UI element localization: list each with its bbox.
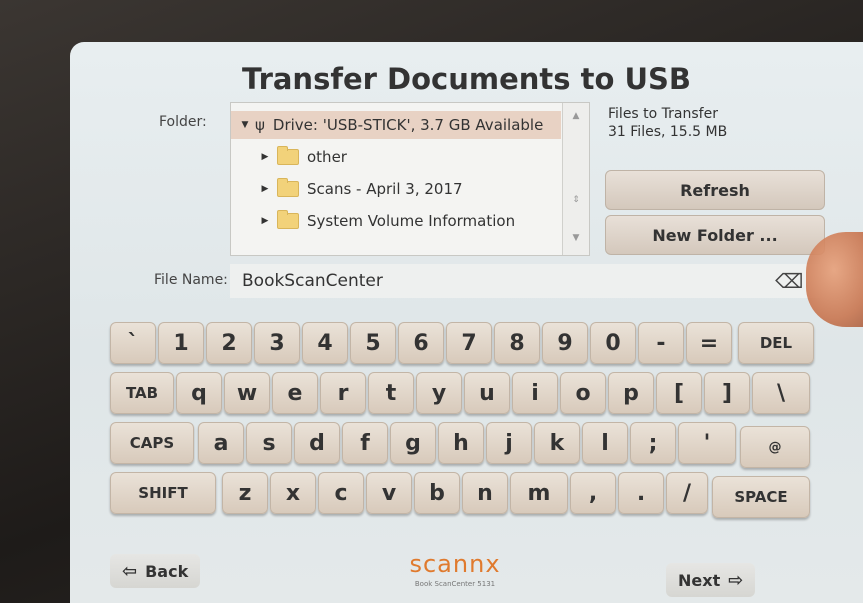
key-k[interactable]: k	[534, 422, 580, 464]
scannx-logo: scannx	[409, 550, 501, 578]
key-y[interactable]: y	[416, 372, 462, 414]
delete-key[interactable]: DEL	[738, 322, 814, 364]
key-left-bracket[interactable]: [	[656, 372, 702, 414]
key-1[interactable]: 1	[158, 322, 204, 364]
back-button[interactable]: ⇦ Back	[110, 554, 201, 588]
on-screen-keyboard: ` 1 2 3 4 5 6 7 8 9 0 - = DEL TAB q w e …	[70, 42, 863, 603]
key-z[interactable]: z	[222, 472, 268, 514]
next-button[interactable]: Next ⇨	[666, 563, 756, 597]
key-j[interactable]: j	[486, 422, 532, 464]
kiosk-screen: Transfer Documents to USB Folder: ▼ ψ Dr…	[70, 42, 863, 603]
key-u[interactable]: u	[464, 372, 510, 414]
key-b[interactable]: b	[414, 472, 460, 514]
key-semicolon[interactable]: ;	[630, 422, 676, 464]
next-label: Next	[678, 570, 721, 590]
right-arrow-icon: ⇨	[728, 569, 744, 591]
key-o[interactable]: o	[560, 372, 606, 414]
key-slash[interactable]: /	[666, 472, 708, 514]
key-4[interactable]: 4	[302, 322, 348, 364]
key-r[interactable]: r	[320, 372, 366, 414]
key-period[interactable]: .	[618, 472, 664, 514]
key-e[interactable]: e	[272, 372, 318, 414]
key-8[interactable]: 8	[494, 322, 540, 364]
key-backtick[interactable]: `	[110, 322, 156, 364]
key-6[interactable]: 6	[398, 322, 444, 364]
key-apostrophe[interactable]: '	[678, 422, 736, 464]
key-d[interactable]: d	[294, 422, 340, 464]
model-label: Book ScanCenter 5131	[414, 580, 496, 588]
key-f[interactable]: f	[342, 422, 388, 464]
key-c[interactable]: c	[318, 472, 364, 514]
caps-key[interactable]: CAPS	[110, 422, 194, 464]
key-n[interactable]: n	[462, 472, 508, 514]
shift-key[interactable]: SHIFT	[110, 472, 216, 514]
left-arrow-icon: ⇦	[122, 560, 138, 582]
key-s[interactable]: s	[246, 422, 292, 464]
space-key[interactable]: SPACE	[712, 476, 810, 518]
user-finger	[806, 232, 863, 327]
key-backslash[interactable]: \	[752, 372, 810, 414]
key-at[interactable]: @	[740, 426, 810, 468]
key-right-bracket[interactable]: ]	[704, 372, 750, 414]
key-2[interactable]: 2	[206, 322, 252, 364]
key-x[interactable]: x	[270, 472, 316, 514]
key-9[interactable]: 9	[542, 322, 588, 364]
key-m[interactable]: m	[510, 472, 568, 514]
key-0[interactable]: 0	[590, 322, 636, 364]
key-w[interactable]: w	[224, 372, 270, 414]
key-comma[interactable]: ,	[570, 472, 616, 514]
key-g[interactable]: g	[390, 422, 436, 464]
key-h[interactable]: h	[438, 422, 484, 464]
key-a[interactable]: a	[198, 422, 244, 464]
tab-key[interactable]: TAB	[110, 372, 174, 414]
key-3[interactable]: 3	[254, 322, 300, 364]
key-q[interactable]: q	[176, 372, 222, 414]
key-equals[interactable]: =	[686, 322, 732, 364]
key-7[interactable]: 7	[446, 322, 492, 364]
back-label: Back	[145, 561, 189, 581]
key-i[interactable]: i	[512, 372, 558, 414]
key-v[interactable]: v	[366, 472, 412, 514]
key-5[interactable]: 5	[350, 322, 396, 364]
key-minus[interactable]: -	[638, 322, 684, 364]
key-l[interactable]: l	[582, 422, 628, 464]
key-t[interactable]: t	[368, 372, 414, 414]
key-p[interactable]: p	[608, 372, 654, 414]
